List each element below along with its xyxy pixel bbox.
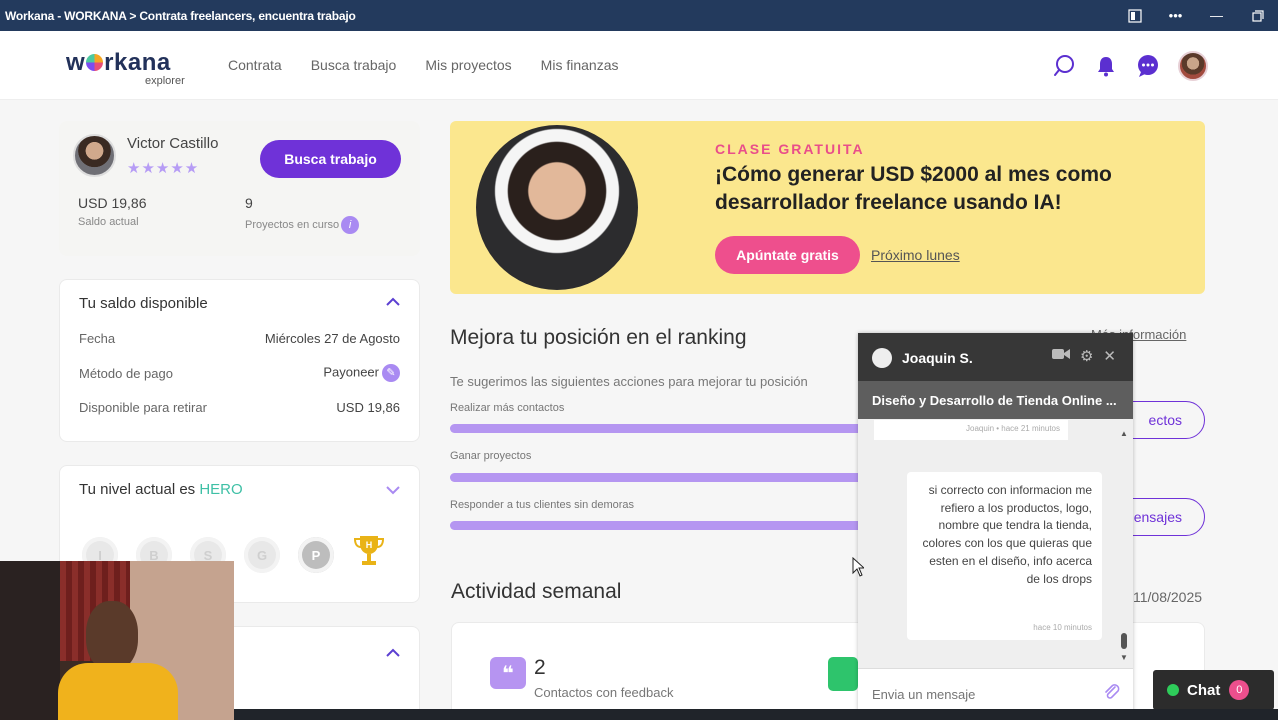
activity-date: 11/08/2025 — [1133, 589, 1203, 605]
window-title: Workana - WORKANA > Contrata freelancers… — [5, 8, 356, 23]
contact-avatar — [872, 348, 892, 368]
balance-value: USD 19,86 — [78, 195, 147, 211]
os-taskbar — [234, 709, 1278, 720]
rating-stars: ★★★★★ — [127, 160, 200, 177]
app-icon[interactable] — [1114, 0, 1155, 31]
thumbs-up-icon — [828, 657, 858, 691]
video-icon[interactable] — [1051, 347, 1070, 365]
projects-label: Proyectos en curso — [245, 218, 340, 231]
projects-value: 9 — [245, 195, 253, 211]
message-text: si correcto con informacion me refiero a… — [922, 483, 1092, 586]
chat-scrollbar[interactable]: ▲ ▼ — [1120, 429, 1128, 662]
minimize-icon[interactable]: — — [1196, 0, 1237, 31]
chat-header: Joaquin S. ⚙ ✕ — [858, 333, 1133, 381]
ranking-progress-fill — [450, 473, 870, 482]
close-icon[interactable]: ✕ — [1103, 347, 1116, 365]
menu-mis-proyectos[interactable]: Mis proyectos — [425, 57, 511, 73]
chat-toggle-button[interactable]: Chat 0 — [1153, 670, 1274, 710]
profile-name: Victor Castillo — [127, 135, 219, 152]
nivel-level: HERO — [199, 481, 243, 498]
ranking-progress-bar — [450, 521, 870, 530]
chevron-up-icon[interactable] — [385, 645, 401, 661]
previous-message-meta: Joaquin • hace 21 minutos — [874, 420, 1068, 440]
feedback-label: Contactos con feedback — [534, 685, 674, 700]
more-icon[interactable]: ••• — [1155, 0, 1196, 31]
ranking-progress-bar — [450, 424, 870, 433]
contact-name: Joaquin S. — [902, 350, 973, 366]
message-time: hace 10 minutos — [1033, 623, 1092, 633]
search-icon[interactable] — [1052, 54, 1076, 78]
busca-trabajo-button[interactable]: Busca trabajo — [260, 140, 401, 178]
logo-subtitle: explorer — [145, 75, 185, 87]
chevron-up-icon[interactable] — [385, 294, 401, 310]
banner-title: ¡Cómo generar USD $2000 al mes como desa… — [715, 163, 1112, 214]
ranking-item-label: Responder a tus clientes sin demoras — [450, 499, 635, 511]
ranking-item-label: Realizar más contactos — [450, 402, 565, 414]
gear-icon[interactable]: ⚙ — [1080, 347, 1093, 365]
bell-icon[interactable] — [1094, 54, 1118, 78]
top-navigation: w rkana explorer Contrata Busca trabajo M… — [0, 31, 1278, 100]
workana-logo[interactable]: w rkana explorer — [66, 49, 185, 87]
ranking-progress-fill — [450, 424, 870, 433]
saldo-row-value: Payoneer — [323, 364, 379, 380]
edit-icon[interactable]: ✎ — [382, 364, 400, 382]
profile-card: Victor Castillo ★★★★★ Busca trabajo USD … — [59, 121, 420, 256]
saldo-title: Tu saldo disponible — [79, 295, 208, 312]
ranking-progress-bar — [450, 473, 870, 482]
saldo-row-value: Miércoles 27 de Agosto — [264, 331, 400, 346]
window-controls: ••• — — [1114, 0, 1278, 31]
scroll-down-icon[interactable]: ▼ — [1120, 653, 1128, 662]
activity-title: Actividad semanal — [451, 580, 622, 603]
online-status-icon — [1167, 684, 1179, 696]
chat-tools: ⚙ ✕ — [1051, 347, 1116, 365]
menu-contrata[interactable]: Contrata — [228, 57, 282, 73]
chat-button-label: Chat — [1187, 681, 1221, 699]
saldo-row-value: USD 19,86 — [336, 400, 400, 415]
saldo-row-label: Método de pago — [79, 366, 173, 381]
profile-avatar — [73, 134, 116, 177]
message-input[interactable] — [872, 683, 1092, 705]
badge-icon: P — [298, 537, 334, 573]
promo-banner: CLASE GRATUITA ¡Cómo generar USD $2000 a… — [450, 121, 1205, 294]
quote-icon: ❝ — [490, 657, 526, 689]
balance-label: Saldo actual — [78, 216, 139, 228]
user-avatar[interactable] — [1178, 51, 1208, 81]
logo-mark — [86, 54, 104, 71]
saldo-card: Tu saldo disponible Fecha Miércoles 27 d… — [59, 279, 420, 442]
menu-busca-trabajo[interactable]: Busca trabajo — [311, 57, 397, 73]
window-titlebar: Workana - WORKANA > Contrata freelancers… — [0, 0, 1278, 31]
chat-topic[interactable]: Diseño y Desarrollo de Tienda Online ... — [858, 381, 1133, 419]
badge-icon: G — [244, 537, 280, 573]
nivel-title: Tu nivel actual es — [79, 481, 196, 498]
ranking-item-label: Ganar proyectos — [450, 450, 532, 462]
streamer-figure — [58, 601, 178, 720]
main-menu: Contrata Busca trabajo Mis proyectos Mis… — [228, 57, 618, 73]
saldo-row-label: Fecha — [79, 331, 116, 346]
mouse-cursor-icon — [852, 556, 866, 582]
chat-count-badge: 0 — [1229, 680, 1250, 700]
scroll-thumb[interactable] — [1121, 633, 1127, 649]
svg-text:H: H — [366, 540, 373, 550]
menu-mis-finanzas[interactable]: Mis finanzas — [541, 57, 619, 73]
nav-icons — [1052, 51, 1208, 81]
restore-icon[interactable] — [1237, 0, 1278, 31]
chevron-down-icon[interactable] — [385, 482, 401, 498]
attach-icon[interactable] — [1103, 683, 1121, 706]
info-icon[interactable]: i — [341, 216, 360, 234]
ranking-subtitle: Te sugerimos las siguientes acciones par… — [450, 374, 808, 389]
trophy-icon: H — [352, 533, 386, 577]
feedback-count: 2 — [534, 656, 546, 679]
ranking-progress-fill — [450, 521, 870, 530]
proximo-lunes-link[interactable]: Próximo lunes — [871, 247, 960, 263]
chat-bubble-icon[interactable] — [1136, 54, 1160, 78]
banner-kicker: CLASE GRATUITA — [715, 141, 865, 157]
webcam-overlay — [0, 561, 234, 720]
ranking-title: Mejora tu posición en el ranking — [450, 326, 747, 349]
chat-panel: Joaquin S. ⚙ ✕ Diseño y Desarrollo de Ti… — [858, 333, 1133, 720]
apuntate-button[interactable]: Apúntate gratis — [715, 236, 860, 274]
scroll-up-icon[interactable]: ▲ — [1120, 429, 1128, 438]
instructor-photo — [476, 125, 638, 290]
saldo-row-label: Disponible para retirar — [79, 400, 207, 415]
chat-message: si correcto con informacion me refiero a… — [907, 472, 1102, 640]
